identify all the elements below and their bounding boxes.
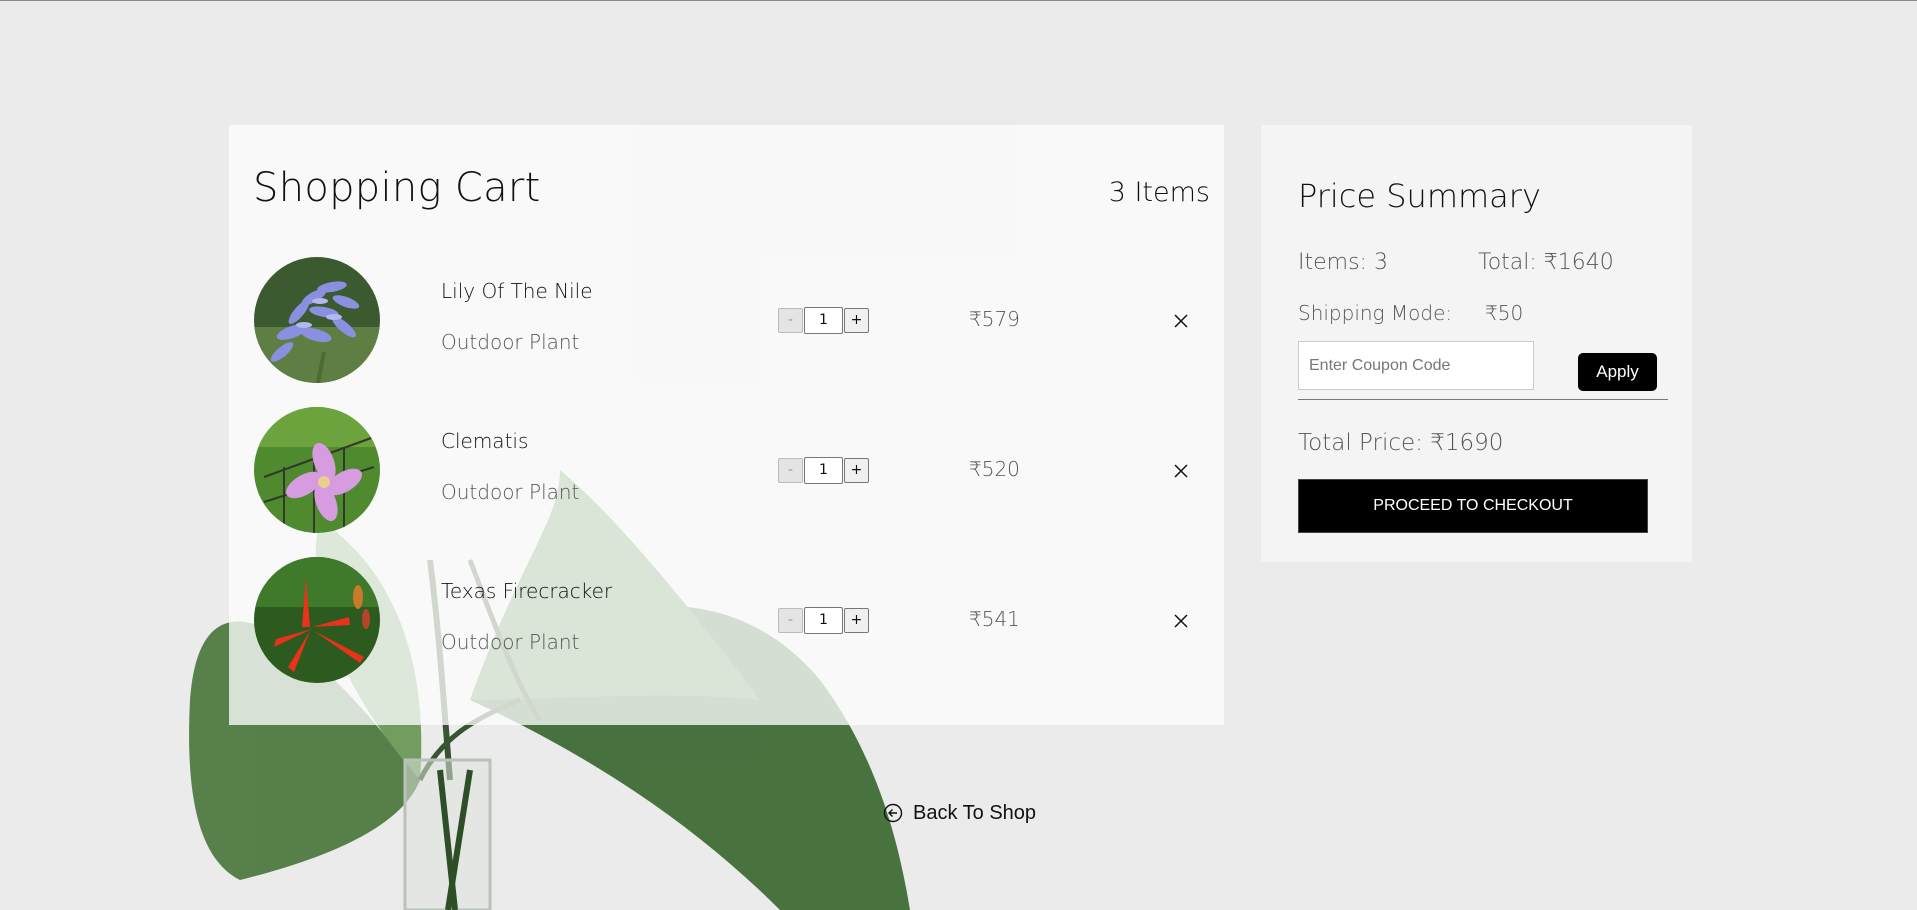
decrease-quantity-button[interactable]: - xyxy=(778,308,803,333)
cart-item-row: Clematis Outdoor Plant - 1 + ₹520 xyxy=(229,407,1224,533)
remove-item-close-icon[interactable] xyxy=(1173,613,1189,629)
summary-items-count: Items: 3 xyxy=(1298,250,1388,275)
quantity-stepper: - 1 + xyxy=(778,307,869,334)
item-type: Outdoor Plant xyxy=(441,630,580,654)
item-type: Outdoor Plant xyxy=(441,330,580,354)
shopping-cart-panel: Shopping Cart 3 Items Lily Of The Nile O… xyxy=(229,125,1224,725)
price-summary-panel: Price Summary Items: 3 Total: ₹1640 Ship… xyxy=(1261,125,1692,562)
increase-quantity-button[interactable]: + xyxy=(844,308,869,333)
item-name: Texas Firecracker xyxy=(441,579,613,603)
arrow-left-circle-icon xyxy=(883,803,903,823)
item-name: Clematis xyxy=(441,429,529,453)
quantity-stepper: - 1 + xyxy=(778,607,869,634)
item-price: ₹520 xyxy=(969,457,1020,481)
shipping-mode-label: Shipping Mode: xyxy=(1298,301,1453,325)
proceed-to-checkout-button[interactable]: PROCEED TO CHECKOUT xyxy=(1298,479,1648,533)
product-image-texas-firecracker[interactable] xyxy=(254,557,380,683)
back-to-shop-label: Back To Shop xyxy=(913,801,1037,824)
quantity-stepper: - 1 + xyxy=(778,457,869,484)
increase-quantity-button[interactable]: + xyxy=(844,608,869,633)
apply-coupon-button[interactable]: Apply xyxy=(1578,353,1657,391)
item-name: Lily Of The Nile xyxy=(441,279,593,303)
top-border xyxy=(0,0,1917,1)
cart-item-count: 3 Items xyxy=(1108,177,1210,208)
total-price: Total Price: ₹1690 xyxy=(1298,430,1504,456)
quantity-field[interactable]: 1 xyxy=(804,607,843,634)
shipping-cost: ₹50 xyxy=(1485,301,1524,325)
increase-quantity-button[interactable]: + xyxy=(844,458,869,483)
cart-title: Shopping Cart xyxy=(253,165,541,211)
summary-subtotal: Total: ₹1640 xyxy=(1478,250,1614,275)
back-to-shop-link[interactable]: Back To Shop xyxy=(883,800,1036,826)
remove-item-close-icon[interactable] xyxy=(1173,313,1189,329)
product-image-lily-of-the-nile[interactable] xyxy=(254,257,380,383)
product-image-clematis[interactable] xyxy=(254,407,380,533)
item-price: ₹579 xyxy=(969,307,1020,331)
item-type: Outdoor Plant xyxy=(441,480,580,504)
quantity-field[interactable]: 1 xyxy=(804,307,843,334)
summary-divider xyxy=(1298,399,1668,400)
remove-item-close-icon[interactable] xyxy=(1173,463,1189,479)
cart-item-row: Texas Firecracker Outdoor Plant - 1 + ₹5… xyxy=(229,557,1224,683)
quantity-field[interactable]: 1 xyxy=(804,457,843,484)
cart-item-row: Lily Of The Nile Outdoor Plant - 1 + ₹57… xyxy=(229,257,1224,383)
decrease-quantity-button[interactable]: - xyxy=(778,608,803,633)
decrease-quantity-button[interactable]: - xyxy=(778,458,803,483)
coupon-code-input[interactable] xyxy=(1298,341,1534,390)
item-price: ₹541 xyxy=(969,607,1020,631)
summary-title: Price Summary xyxy=(1298,177,1541,215)
